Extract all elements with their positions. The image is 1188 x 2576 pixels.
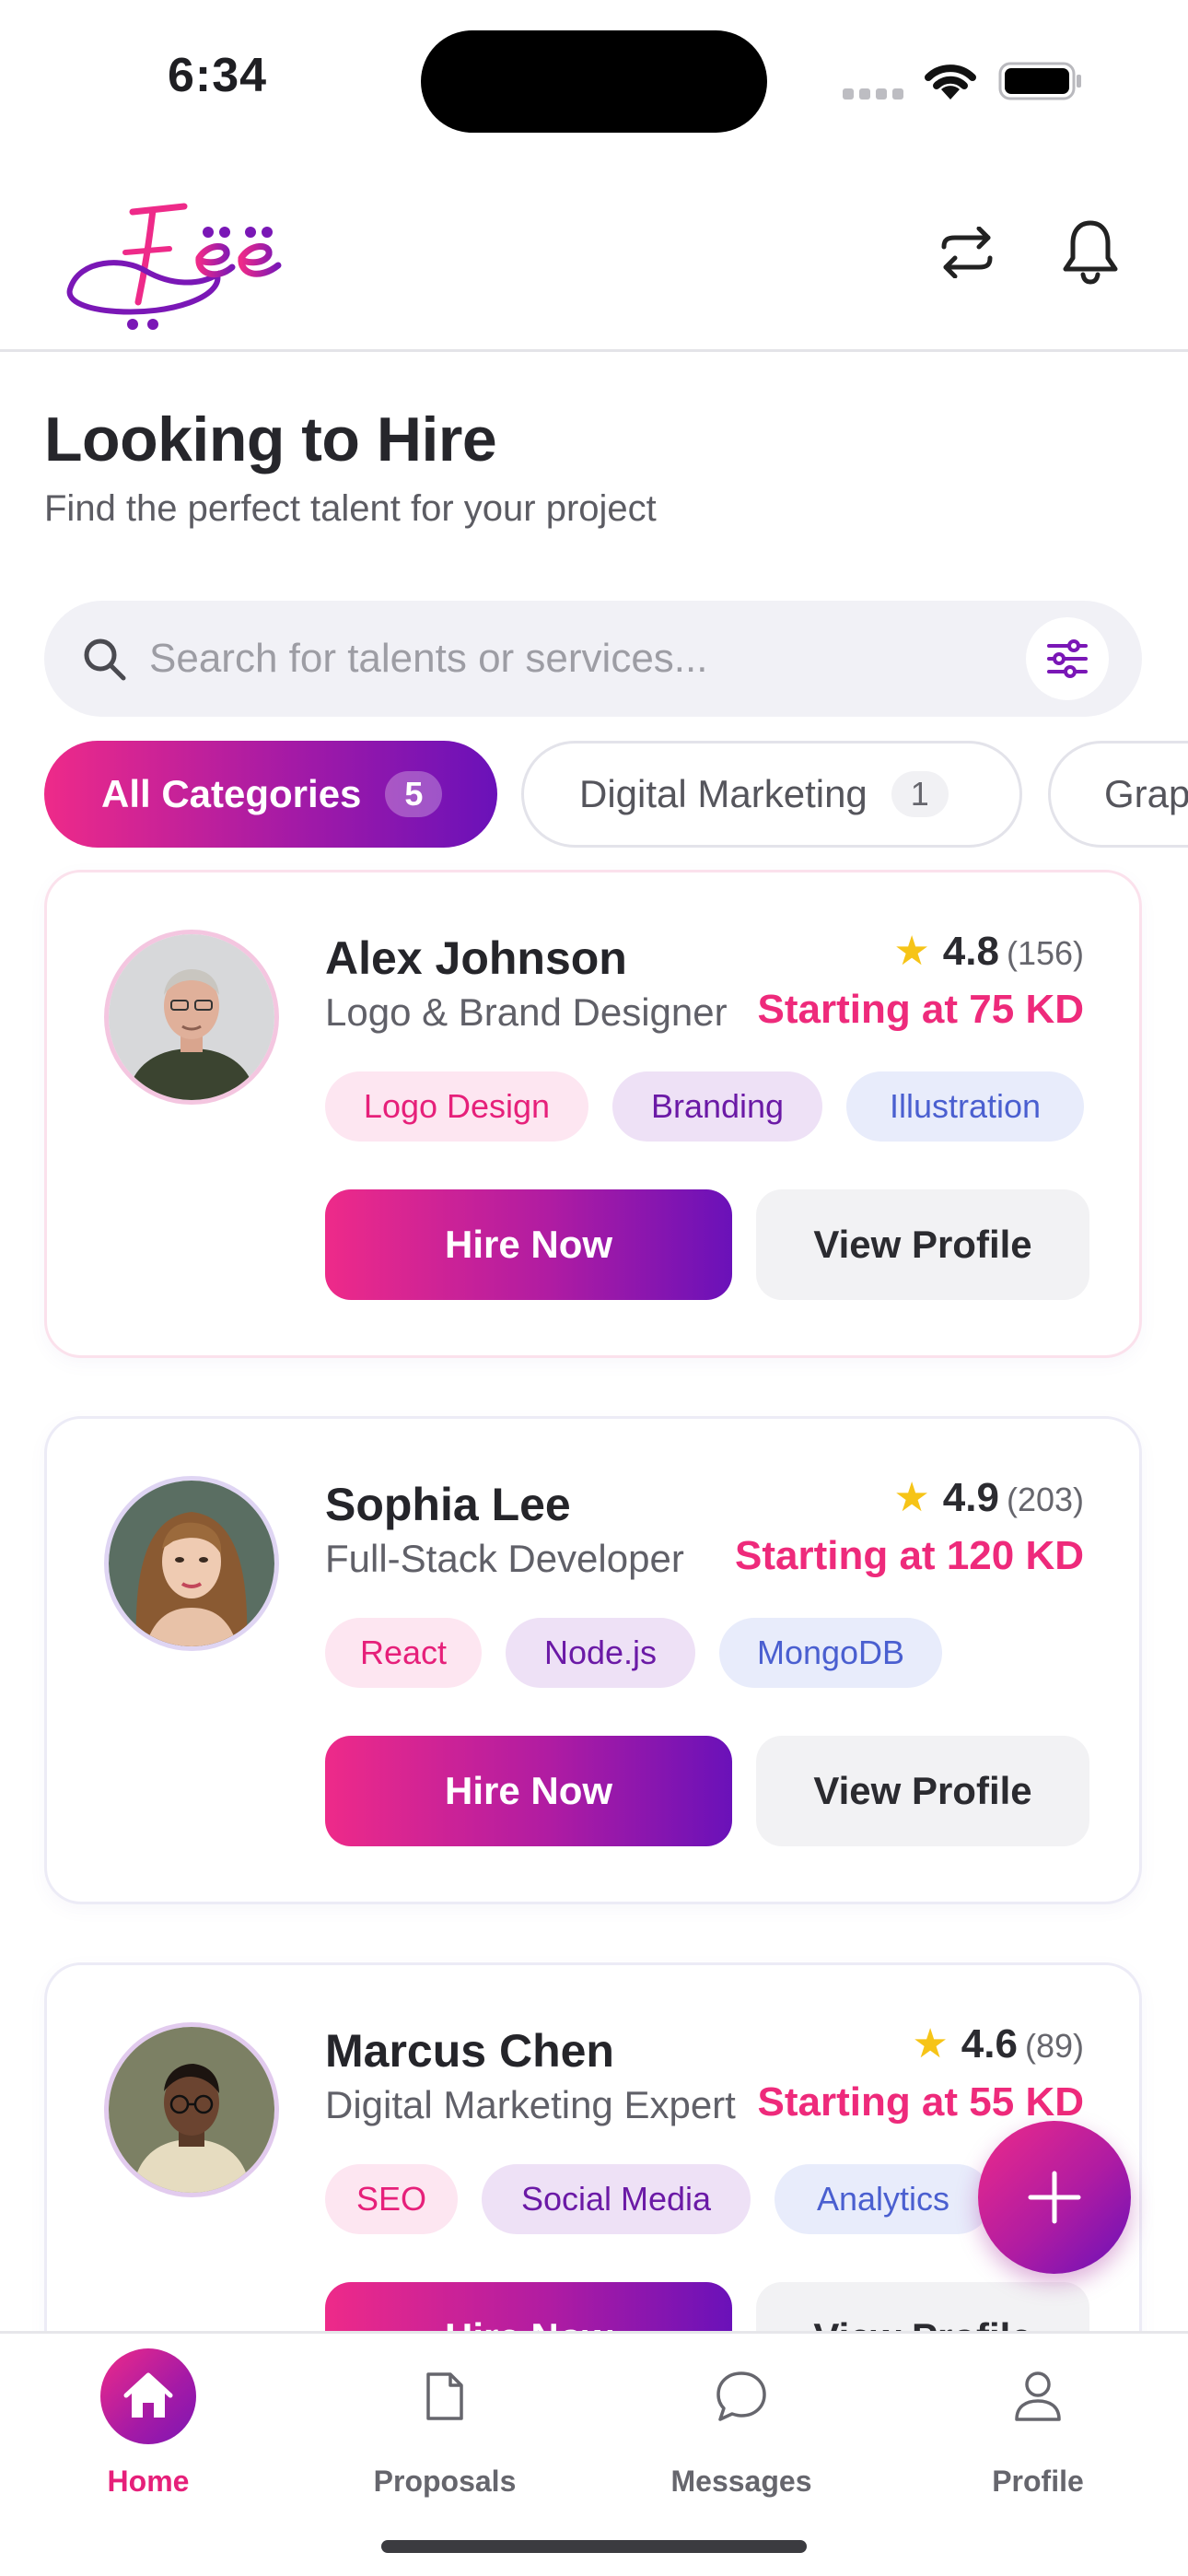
create-button[interactable]	[978, 2121, 1131, 2274]
starting-price: Starting at 120 KD	[735, 1533, 1084, 1578]
rating-score: 4.8	[942, 929, 999, 974]
skill-tag: Node.js	[506, 1618, 695, 1688]
plus-icon	[1028, 2171, 1081, 2224]
wifi-icon	[925, 64, 976, 100]
talent-role: Full-Stack Developer	[325, 1537, 684, 1580]
skill-tag: Branding	[612, 1071, 822, 1142]
chip-all-categories[interactable]: All Categories 5	[44, 741, 497, 848]
notifications-button[interactable]	[1052, 214, 1129, 291]
talent-role: Logo & Brand Designer	[325, 990, 728, 1034]
talent-role: Digital Marketing Expert	[325, 2083, 736, 2126]
status-bar: 6:34	[0, 0, 1188, 157]
starting-price: Starting at 55 KD	[757, 2079, 1084, 2125]
chip-digital-marketing[interactable]: Digital Marketing 1	[521, 741, 1022, 848]
talent-card[interactable]: Sophia Lee Full-Stack Developer ★ 4.9 (2…	[44, 1416, 1142, 1904]
bell-icon	[1063, 220, 1118, 285]
nav-label: Messages	[670, 2465, 812, 2498]
rating: ★ 4.6 (89)	[912, 2020, 1084, 2067]
skill-tag: Illustration	[846, 1071, 1084, 1142]
nav-messages[interactable]: Messages	[593, 2334, 890, 2518]
view-profile-button[interactable]: View Profile	[756, 1736, 1089, 1846]
user-icon	[990, 2348, 1086, 2444]
skill-tag: Social Media	[482, 2164, 751, 2234]
avatar	[104, 2022, 279, 2197]
skill-tag: Logo Design	[325, 1071, 588, 1142]
skill-tag: Analytics	[775, 2164, 992, 2234]
chat-bubble-icon	[693, 2348, 789, 2444]
avatar-photo	[109, 1481, 274, 1646]
nav-label: Profile	[992, 2465, 1084, 2498]
document-icon	[397, 2348, 493, 2444]
star-icon: ★	[893, 1475, 930, 1520]
avatar	[104, 1476, 279, 1651]
app-logo	[66, 203, 282, 330]
chip-label: All Categories	[101, 772, 362, 815]
skill-tag: SEO	[325, 2164, 458, 2234]
chip-count: 5	[385, 771, 443, 817]
nav-label: Proposals	[373, 2465, 517, 2498]
search-bar	[44, 601, 1142, 717]
page-title: Looking to Hire	[44, 404, 497, 474]
skill-tag: React	[325, 1618, 482, 1688]
chip-graphic-design[interactable]: Grap	[1048, 741, 1188, 848]
review-count: (156)	[1006, 934, 1084, 972]
avatar-photo	[109, 2027, 274, 2193]
category-chips: All Categories 5 Digital Marketing 1 Gra…	[44, 741, 1188, 848]
home-indicator	[381, 2540, 807, 2553]
hire-now-button[interactable]: Hire Now	[325, 1189, 732, 1300]
talent-card[interactable]: Alex Johnson Logo & Brand Designer ★ 4.8…	[44, 870, 1142, 1358]
cellular-signal-icon	[843, 88, 903, 101]
talent-name: Sophia Lee	[325, 1479, 571, 1530]
filter-button[interactable]	[1026, 617, 1109, 700]
page-subtitle: Find the perfect talent for your project	[44, 488, 657, 529]
app-screen: 6:34 Looking to Hire Find the perfect ta…	[0, 0, 1188, 2576]
skill-tag: MongoDB	[719, 1618, 942, 1688]
chip-count: 1	[891, 771, 949, 817]
review-count: (203)	[1006, 1481, 1084, 1518]
chip-label: Digital Marketing	[579, 772, 868, 815]
sliders-icon	[1047, 639, 1088, 678]
home-icon	[100, 2348, 196, 2444]
nav-label: Home	[107, 2465, 190, 2498]
app-header	[0, 166, 1188, 352]
search-input[interactable]	[149, 626, 960, 691]
avatar	[104, 930, 279, 1105]
rating: ★ 4.8 (156)	[893, 928, 1084, 975]
chip-label: Grap	[1104, 772, 1188, 815]
status-time: 6:34	[168, 49, 268, 102]
nav-proposals[interactable]: Proposals	[297, 2334, 593, 2518]
switch-account-button[interactable]	[928, 214, 1006, 291]
view-profile-button[interactable]: View Profile	[756, 1189, 1089, 1300]
nav-home[interactable]: Home	[0, 2334, 297, 2518]
talent-name: Alex Johnson	[325, 932, 627, 984]
rating: ★ 4.9 (203)	[893, 1474, 1084, 1521]
swap-arrows-icon	[941, 227, 993, 278]
rating-score: 4.9	[942, 1475, 999, 1520]
search-icon	[84, 638, 126, 681]
hire-now-button[interactable]: Hire Now	[325, 1736, 732, 1846]
star-icon: ★	[912, 2021, 949, 2067]
review-count: (89)	[1024, 2027, 1084, 2065]
avatar-photo	[109, 934, 274, 1100]
nav-profile[interactable]: Profile	[890, 2334, 1186, 2518]
rating-score: 4.6	[961, 2021, 1018, 2067]
talent-name: Marcus Chen	[325, 2025, 614, 2077]
battery-icon	[998, 62, 1081, 100]
dynamic-island	[421, 30, 767, 133]
star-icon: ★	[893, 929, 930, 974]
starting-price: Starting at 75 KD	[757, 987, 1084, 1032]
